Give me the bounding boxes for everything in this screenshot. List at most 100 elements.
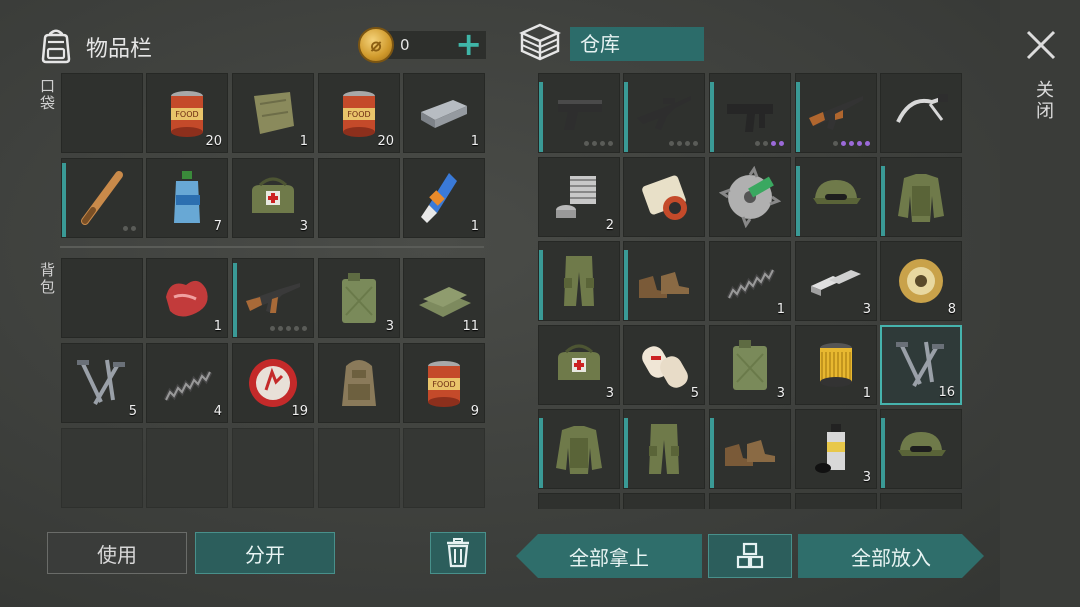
pocket-slot[interactable] [61,73,143,153]
filter-icon [820,343,852,387]
warehouse-slot[interactable] [709,73,791,153]
quality-dots [123,226,136,231]
item-count: 2 [605,218,614,233]
canned-food-icon: FOOD [428,361,460,407]
close-label[interactable]: 关闭 [1030,80,1056,122]
warehouse-slot[interactable] [623,493,705,509]
pocket-slot[interactable] [61,158,143,238]
backpack-slot[interactable]: 4 [146,343,228,423]
saw-blade-icon [719,166,781,228]
warehouse-slot[interactable] [880,409,962,489]
backpack-slot[interactable]: 5 [61,343,143,423]
pocket-slot[interactable]: 1 [403,158,485,238]
add-coin-button[interactable]: + [455,28,482,60]
grid-icon [736,542,764,569]
pocket-slot[interactable] [318,158,400,238]
warehouse-slot[interactable] [538,493,620,509]
item-count: 16 [938,385,955,400]
trash-icon [447,538,469,568]
take-all-button[interactable]: 全部拿上 [516,534,702,578]
trash-button[interactable] [430,532,486,574]
ak-rifle-icon [809,96,863,130]
pocket-slot[interactable]: FOOD 20 [318,73,400,153]
warehouse-slot[interactable] [538,241,620,321]
backpack-slot[interactable]: 11 [403,258,485,338]
warehouse-slot[interactable]: 8 [880,241,962,321]
spray-can-icon [815,424,845,473]
warehouse-slot[interactable]: 3 [795,241,877,321]
warehouse-slot[interactable] [709,157,791,237]
warehouse-slot[interactable]: 3 [709,325,791,405]
cloth-rag-icon [254,92,294,134]
quality-dots [833,141,870,146]
pocket-slot[interactable]: FOOD 20 [146,73,228,153]
backpack-label: 背包 [38,262,56,296]
warehouse-slot[interactable] [538,73,620,153]
warehouse-slot[interactable]: 3 [538,325,620,405]
item-count: 9 [470,404,479,419]
warehouse-slot[interactable] [795,157,877,237]
warehouse-slot[interactable] [623,409,705,489]
backpack-slot[interactable]: 3 [318,258,400,338]
warehouse-slot[interactable] [623,73,705,153]
item-count: 19 [291,404,308,419]
durability-bar [710,81,714,152]
split-button[interactable]: 分开 [195,532,335,574]
warehouse-slot[interactable] [709,493,791,509]
durability-bar [796,165,800,236]
warehouse-slot[interactable]: 5 [623,325,705,405]
warehouse-slot[interactable]: 3 [795,409,877,489]
svg-text:FOOD: FOOD [347,110,370,119]
item-count: 1 [776,302,785,317]
put-all-button[interactable]: 全部放入 [798,534,984,578]
item-count: 1 [470,219,479,234]
item-count: 1 [862,386,871,401]
magazine-roll-icon [642,175,687,220]
warehouse-title: 仓库 [570,27,704,61]
wire-spool-icon [899,259,943,303]
inventory-title: 物品栏 [86,37,153,62]
backpack-slot[interactable] [232,258,314,338]
backpack-slot[interactable] [61,258,143,338]
warehouse-slot[interactable] [623,241,705,321]
warehouse-slot[interactable] [880,73,962,153]
pocket-slot[interactable]: 7 [146,158,228,238]
pocket-slot[interactable]: 1 [403,73,485,153]
item-count: 3 [605,386,614,401]
warehouse-slot[interactable] [795,493,877,509]
pocket-label: 口袋 [38,78,56,112]
backpack-slot[interactable]: 1 [146,258,228,338]
warehouse-slot[interactable] [880,157,962,237]
backpack-slot[interactable]: FOOD 9 [403,343,485,423]
military-boots-icon [725,440,775,466]
pocket-slot[interactable]: 3 [232,158,314,238]
warehouse-slot[interactable] [538,409,620,489]
svg-text:FOOD: FOOD [175,110,198,119]
warehouse-slot[interactable] [623,157,705,237]
sort-grid-button[interactable] [708,534,792,578]
warehouse-slot[interactable]: 1 [795,325,877,405]
military-jacket-icon [898,174,944,222]
warehouse-slot[interactable]: 16 [880,325,962,405]
coin-icon: ⌀ [358,27,394,63]
warehouse-slot[interactable]: 1 [709,241,791,321]
warehouse-slot[interactable] [880,493,962,509]
item-count: 7 [213,219,222,234]
warehouse-slot[interactable] [795,73,877,153]
pocket-slot[interactable]: 1 [232,73,314,153]
use-button[interactable]: 使用 [47,532,187,574]
quality-dots [755,141,784,146]
warehouse-slot[interactable] [709,409,791,489]
military-boots-icon [639,272,689,298]
medkit-bag-icon [252,177,294,213]
durability-bar [62,162,66,237]
item-count: 20 [205,134,222,149]
warehouse-slot[interactable]: 2 [538,157,620,237]
backpack-slot[interactable] [318,343,400,423]
backpack-item-icon [342,360,376,406]
close-icon[interactable] [1024,28,1058,62]
military-pants-icon [564,256,594,306]
backpack-slot[interactable]: 19 [232,343,314,423]
item-count: 3 [385,319,394,334]
jerrycan-icon [342,273,376,323]
